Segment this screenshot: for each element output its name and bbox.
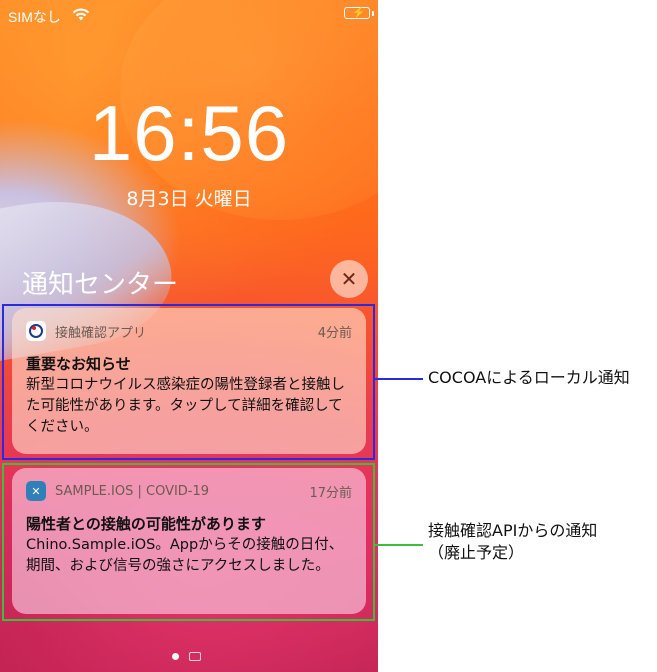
charging-bolt-icon: ⚡ — [352, 7, 366, 19]
camera-icon[interactable] — [189, 652, 201, 661]
clock-time: 16:56 — [88, 89, 290, 177]
callout-line-api — [375, 544, 423, 546]
annotation-api: 接触確認APIからの通知 （廃止予定） — [428, 520, 597, 564]
clear-notifications-button[interactable]: ✕ — [330, 260, 368, 298]
wifi-icon — [72, 8, 90, 24]
annotation-api-line1: 接触確認APIからの通知 — [428, 521, 598, 540]
highlight-box-cocoa — [2, 304, 375, 460]
battery-icon: ⚡ — [344, 7, 374, 19]
clock-date: 8月3日 火曜日 — [126, 188, 252, 210]
page-indicator — [172, 652, 201, 661]
highlight-box-api — [2, 463, 375, 621]
annotation-api-line2: （廃止予定） — [428, 543, 525, 562]
carrier-label: SIMなし — [8, 9, 61, 25]
annotation-cocoa: COCOAによるローカル通知 — [428, 368, 630, 387]
notification-center-title: 通知センター — [22, 270, 179, 300]
callout-line-cocoa — [375, 378, 423, 380]
page-dot — [172, 653, 179, 660]
status-bar: SIMなし ⚡ — [8, 6, 374, 25]
